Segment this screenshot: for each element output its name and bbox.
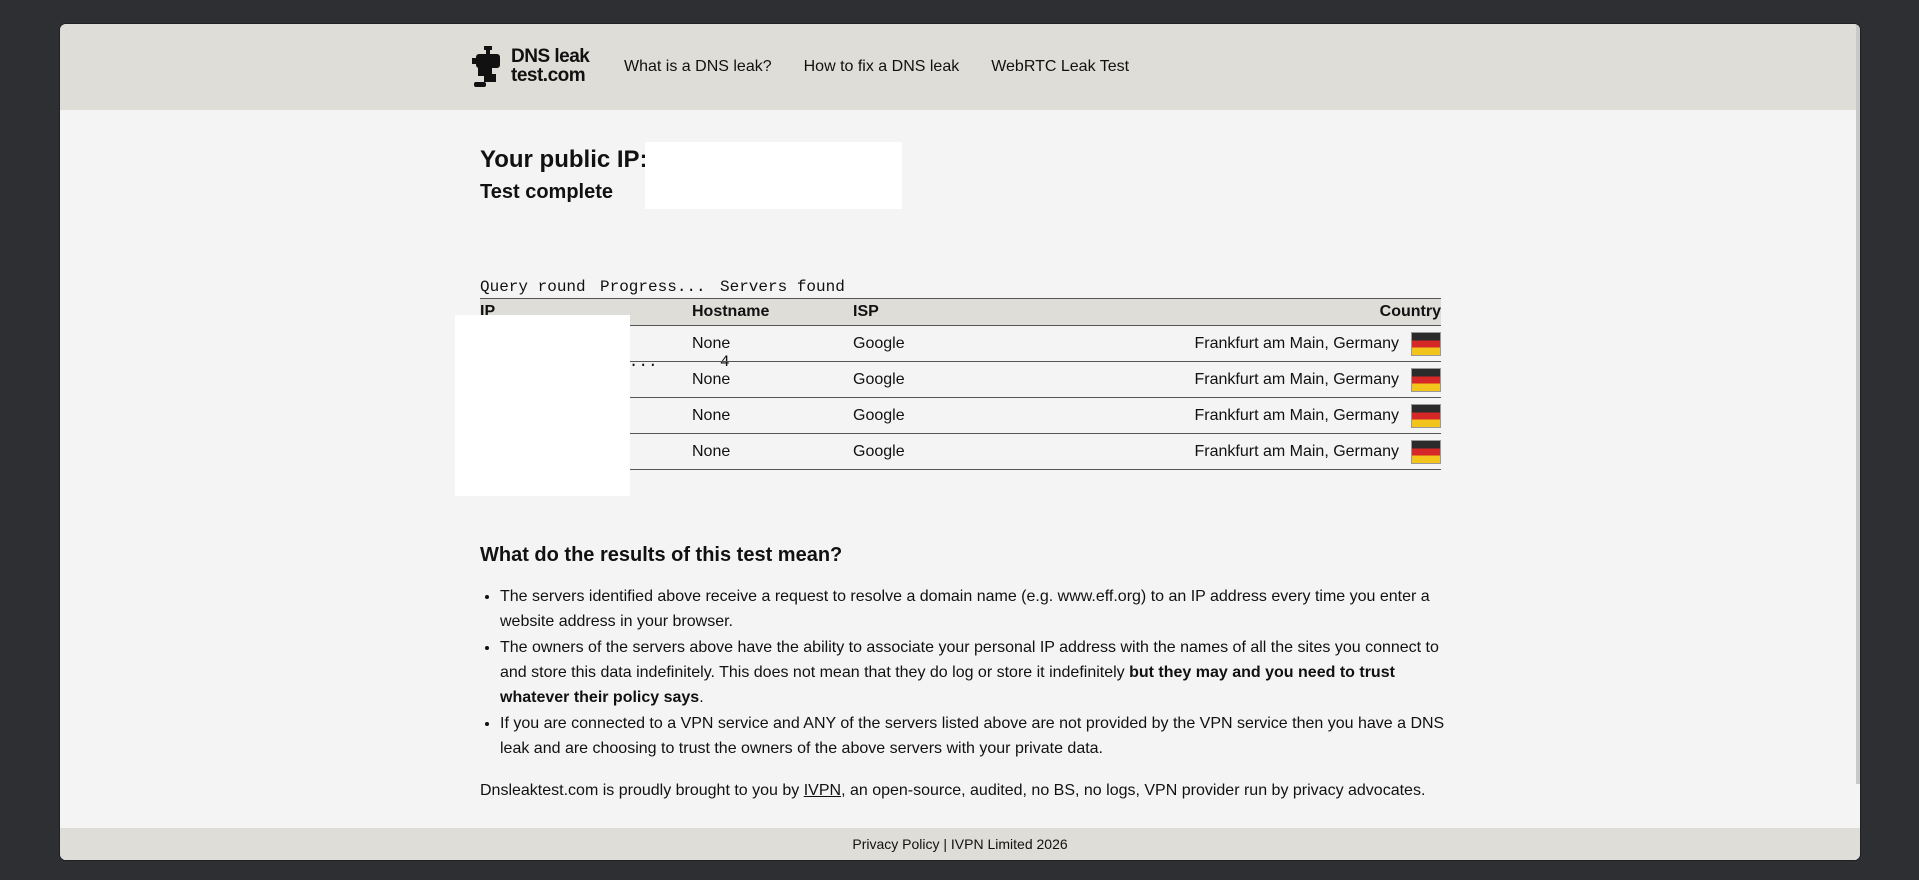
country-text: Frankfurt am Main, Germany [1194,370,1400,388]
logo-line2: test.com [511,65,586,86]
cell-hostname: None [692,397,853,434]
germany-flag-icon [1411,439,1441,464]
faucet-icon [472,46,500,87]
footer-text[interactable]: Privacy Policy | IVPN Limited 2026 [852,836,1067,852]
test-status: Test complete [480,181,613,203]
cell-hostname: None [692,433,853,470]
main-nav: What is a DNS leak? How to fix a DNS lea… [624,58,1161,76]
ivpn-link[interactable]: IVPN [804,782,841,799]
list-item: The servers identified above receive a r… [500,584,1462,634]
redacted-ip-column [455,315,630,496]
cell-isp: Google [853,397,1153,434]
site-footer: Privacy Policy | IVPN Limited 2026 [60,828,1860,860]
cell-country: Frankfurt am Main, Germany [1153,361,1441,398]
germany-flag-icon [1411,331,1441,356]
cell-country: Frankfurt am Main, Germany [1153,325,1441,362]
list-item: If you are connected to a VPN service an… [500,711,1462,761]
country-text: Frankfurt am Main, Germany [1194,334,1400,352]
cell-isp: Google [853,361,1153,398]
progress-header-progress: Progress... [600,278,706,296]
item-period: . [699,689,704,706]
col-isp: ISP [853,298,1153,326]
country-text: Frankfurt am Main, Germany [1194,442,1400,460]
progress-header-round: Query round [480,278,586,296]
sponsor-text-before: Dnsleaktest.com is proudly brought to yo… [480,782,804,799]
logo-text: DNS leak test.com [511,46,590,86]
browser-page: DNS leak test.com What is a DNS leak? Ho… [60,24,1860,860]
cell-country: Frankfurt am Main, Germany [1153,397,1441,434]
site-header: DNS leak test.com What is a DNS leak? Ho… [60,24,1860,110]
redacted-ip-value [645,142,902,209]
nav-how-to-fix[interactable]: How to fix a DNS leak [804,58,960,76]
germany-flag-icon [1411,403,1441,428]
sponsor-text-after: , an open-source, audited, no BS, no log… [841,782,1426,799]
scrollbar[interactable] [1856,24,1860,784]
results-explanation-list: The servers identified above receive a r… [480,584,1462,762]
nav-webrtc-test[interactable]: WebRTC Leak Test [991,58,1129,76]
logo-line1: DNS leak [511,46,590,67]
col-country: Country [1153,298,1441,326]
nav-what-is-dns-leak[interactable]: What is a DNS leak? [624,58,772,76]
cell-hostname: None [692,325,853,362]
list-item: The owners of the servers above have the… [500,635,1462,710]
cell-hostname: None [692,361,853,398]
germany-flag-icon [1411,367,1441,392]
country-text: Frankfurt am Main, Germany [1194,406,1400,424]
results-heading: What do the results of this test mean? [480,544,843,566]
cell-isp: Google [853,325,1153,362]
cell-country: Frankfurt am Main, Germany [1153,433,1441,470]
public-ip-heading: Your public IP: [480,146,648,173]
cell-isp: Google [853,433,1153,470]
progress-header-servers: Servers found [720,278,845,296]
sponsor-note: Dnsleaktest.com is proudly brought to yo… [480,782,1425,800]
col-hostname: Hostname [692,298,853,326]
site-logo[interactable]: DNS leak test.com [470,44,602,88]
